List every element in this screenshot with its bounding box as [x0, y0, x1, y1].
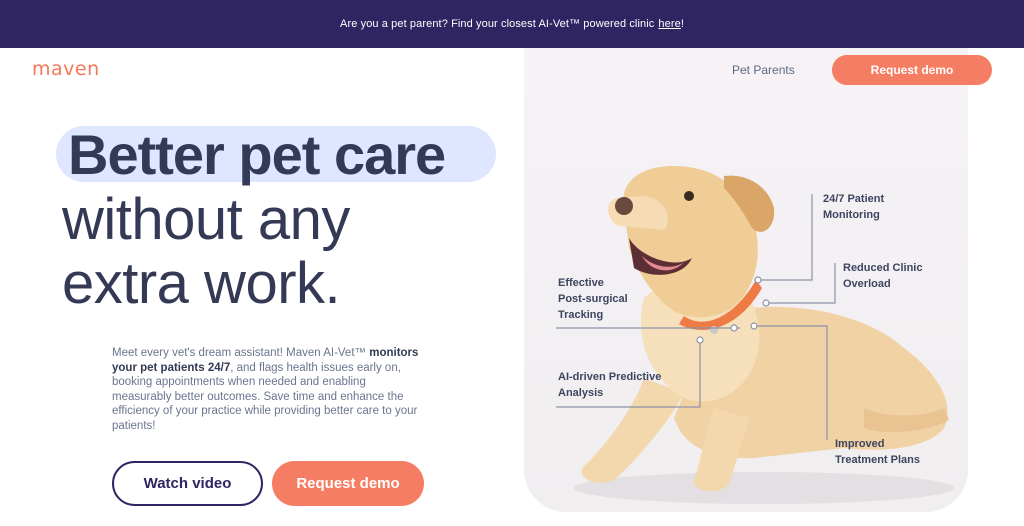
- headline-line-2: without any: [62, 187, 350, 252]
- callout-predictive: AI-driven Predictive Analysis: [558, 369, 661, 401]
- callout-overload-line2: Overload: [843, 278, 891, 290]
- callout-treatment-line2: Treatment Plans: [835, 454, 920, 466]
- callout-predictive-line1: AI-driven Predictive: [558, 371, 662, 383]
- callout-monitoring-line1: 24/7 Patient: [823, 193, 885, 205]
- callout-tracking-line2: Post-surgical: [558, 293, 628, 305]
- floor-shadow: [574, 472, 954, 504]
- maven-logo[interactable]: maven: [32, 58, 100, 80]
- headline-line-1: Better pet care: [68, 123, 446, 186]
- callout-monitoring: 24/7 Patient Monitoring: [823, 191, 884, 223]
- header-request-demo-button[interactable]: Request demo: [832, 55, 992, 85]
- hero-description: Meet every vet's dream assistant! Maven …: [112, 346, 422, 433]
- announcement-bar: Are you a pet parent? Find your closest …: [0, 0, 1024, 48]
- callout-treatment-line1: Improved: [835, 438, 885, 450]
- hero-request-demo-button[interactable]: Request demo: [272, 461, 424, 506]
- watch-video-button[interactable]: Watch video: [112, 461, 263, 506]
- nav-link-pet-parents[interactable]: Pet Parents: [732, 63, 795, 77]
- callout-monitoring-line2: Monitoring: [823, 209, 880, 221]
- callout-overload: Reduced Clinic Overload: [843, 260, 922, 292]
- callout-tracking-line1: Effective: [558, 277, 604, 289]
- callout-treatment: Improved Treatment Plans: [835, 436, 920, 468]
- announcement-text: Are you a pet parent? Find your closest …: [340, 18, 655, 30]
- announcement-link[interactable]: here: [658, 18, 680, 30]
- headline-line-3: extra work.: [62, 251, 341, 316]
- callout-tracking: Effective Post-surgical Tracking: [558, 275, 628, 323]
- dog-eye: [684, 191, 694, 201]
- announcement-tail: !: [680, 18, 684, 30]
- callout-predictive-line2: Analysis: [558, 387, 604, 399]
- collar-tag: [710, 326, 718, 334]
- callout-overload-line1: Reduced Clinic: [843, 262, 923, 274]
- dog-nose: [615, 197, 633, 215]
- hero-description-part1: Meet every vet's dream assistant! Maven …: [112, 347, 367, 359]
- callout-tracking-line3: Tracking: [558, 309, 604, 321]
